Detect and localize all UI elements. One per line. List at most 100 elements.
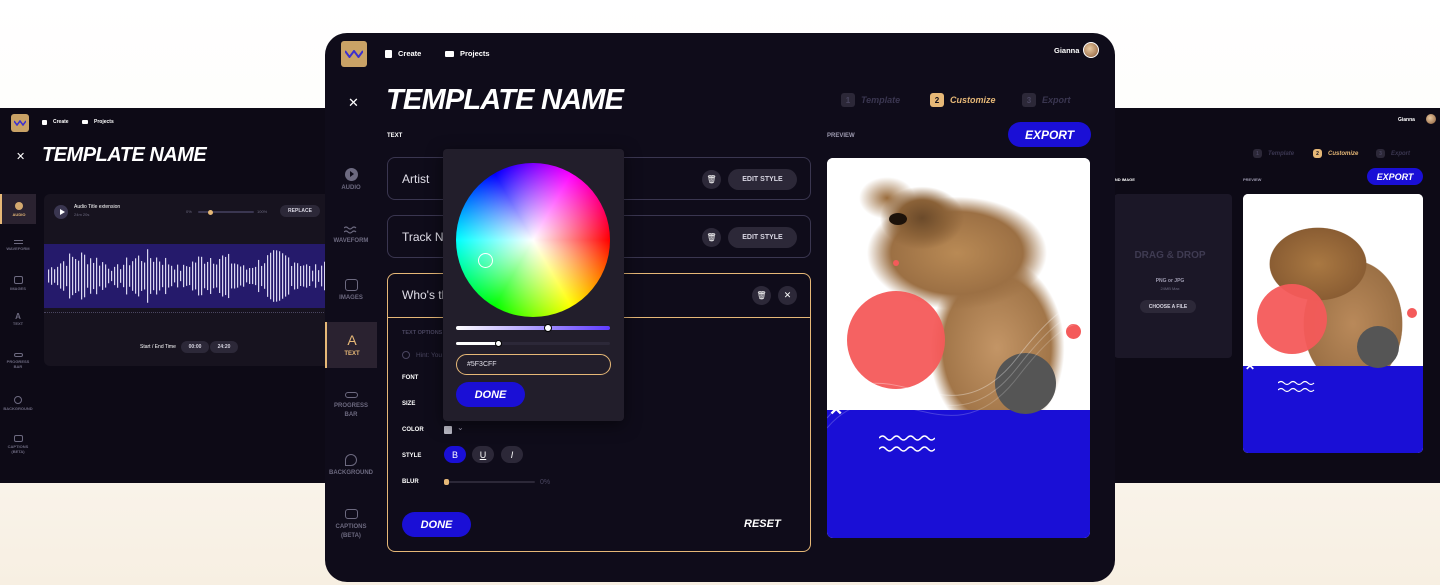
volume-slider[interactable]: [198, 209, 254, 215]
close-icon[interactable]: ✕: [348, 95, 359, 111]
color-swatch[interactable]: [444, 426, 452, 434]
step-template[interactable]: 1 Template: [841, 93, 900, 107]
waveform-bar: [246, 269, 248, 283]
step-template[interactable]: 1 Template: [1253, 149, 1294, 158]
waveform-bar: [210, 258, 212, 294]
opacity-slider[interactable]: [456, 340, 610, 347]
edit-style-button[interactable]: EDIT STYLE: [728, 169, 797, 190]
waveform-bar: [189, 266, 191, 286]
reset-button[interactable]: RESET: [744, 518, 781, 530]
preview-card: ✕: [1243, 194, 1423, 453]
sidebar-item-label: WAVEFORM: [6, 245, 30, 251]
text-field-value[interactable]: Who's th: [402, 288, 448, 302]
waveform-bar: [138, 255, 140, 297]
sidebar-item-audio[interactable]: AUDIO: [0, 194, 36, 224]
sidebar-item-label: IMAGES: [339, 295, 363, 301]
hex-input[interactable]: #5F3CFF: [456, 354, 611, 375]
blur-slider[interactable]: [444, 479, 535, 485]
waveform-region[interactable]: [44, 244, 330, 308]
sidebar-item-label: PROGRESS BAR: [6, 359, 30, 369]
replace-button[interactable]: REPLACE: [280, 205, 320, 217]
color-picker-popover: #5F3CFF DONE: [443, 149, 624, 421]
opacity-fill: [456, 342, 498, 345]
step-customize[interactable]: 2 Customize: [930, 93, 996, 107]
delete-icon[interactable]: 🗑: [702, 170, 721, 189]
export-button[interactable]: EXPORT: [1008, 122, 1091, 147]
waveform-bar: [87, 264, 89, 288]
sidebar-item-text[interactable]: A TEXT: [325, 322, 377, 368]
nav-projects[interactable]: Projects: [445, 49, 490, 58]
waveform-bar: [267, 255, 269, 297]
waveform-bar: [315, 264, 317, 288]
waveform-bar: [225, 256, 227, 296]
delete-icon[interactable]: 🗑: [702, 228, 721, 247]
chevron-down-icon[interactable]: ⌄: [457, 423, 464, 432]
sidebar-item-label: PROGRESS BAR: [334, 403, 369, 418]
nav-create[interactable]: Create: [42, 119, 69, 125]
export-button[interactable]: EXPORT: [1367, 168, 1423, 185]
avatar[interactable]: [1426, 114, 1436, 124]
sidebar-item-captions[interactable]: CAPTIONS (BETA): [0, 428, 36, 460]
user-name: Gianna: [1398, 117, 1415, 123]
sidebar-item-text[interactable]: A TEXT: [0, 306, 36, 332]
upload-dropzone[interactable]: DRAG & DROP PNG or JPG 24MB Max CHOOSE A…: [1114, 194, 1232, 358]
sidebar-item-progress-bar[interactable]: PROGRESS BAR: [325, 381, 377, 431]
waveform-bar: [165, 257, 167, 295]
close-icon[interactable]: ✕: [16, 150, 25, 163]
step-export[interactable]: 3 Export: [1022, 93, 1071, 107]
audio-meta: 24m 20s: [74, 212, 90, 217]
progress-icon: [13, 353, 23, 357]
italic-button[interactable]: I: [501, 446, 523, 463]
start-time-field[interactable]: 00:00: [181, 341, 209, 353]
sidebar-item-images[interactable]: IMAGES: [0, 270, 36, 296]
step-export[interactable]: 3 Export: [1376, 149, 1410, 158]
waveform-bar: [234, 263, 236, 289]
sidebar-item-waveform[interactable]: WAVEFORM: [325, 215, 377, 255]
step-number: 3: [1376, 149, 1385, 158]
done-button[interactable]: DONE: [402, 512, 471, 537]
step-label: Customize: [1328, 150, 1359, 157]
app-logo[interactable]: [341, 41, 367, 67]
hue-slider[interactable]: [456, 324, 610, 332]
waveform-bar: [174, 269, 176, 283]
end-time-field[interactable]: 24:20: [210, 341, 238, 353]
color-wheel[interactable]: [456, 163, 610, 317]
volume-handle[interactable]: [208, 209, 213, 215]
avatar[interactable]: [1083, 42, 1099, 58]
sidebar-item-captions[interactable]: CAPTIONS (BETA): [325, 501, 377, 549]
app-logo[interactable]: [11, 114, 29, 132]
step-customize[interactable]: 2 Customize: [1313, 149, 1358, 158]
sidebar-item-progress-bar[interactable]: PROGRESS BAR: [0, 344, 36, 378]
waveform-bar: [198, 256, 200, 296]
color-wheel-handle[interactable]: [478, 253, 493, 268]
text-options-label: TEXT OPTIONS: [402, 330, 443, 336]
sidebar-item-waveform[interactable]: WAVEFORM: [0, 232, 36, 258]
nav-create[interactable]: Create: [385, 49, 421, 58]
waveform-ruler: [44, 312, 330, 316]
nav-projects[interactable]: Projects: [82, 119, 114, 125]
hue-handle[interactable]: [544, 324, 553, 332]
color-done-button[interactable]: DONE: [456, 382, 525, 407]
text-icon: A: [347, 332, 357, 348]
sidebar-item-background[interactable]: BACKGROUND: [0, 390, 36, 416]
sidebar-item-background[interactable]: BACKGROUND: [325, 445, 377, 485]
sidebar-item-label: IMAGES: [10, 285, 26, 291]
audio-play-button[interactable]: [54, 205, 68, 219]
left-sidebar: AUDIO WAVEFORM IMAGES A TEXT PROGRESS BAR…: [0, 194, 36, 483]
waveform-bar: [252, 267, 254, 285]
bold-button[interactable]: B: [444, 446, 466, 463]
choose-file-button[interactable]: CHOOSE A FILE: [1140, 300, 1196, 313]
blur-handle[interactable]: [444, 479, 449, 485]
waveform-bar: [171, 265, 173, 287]
sidebar-item-audio[interactable]: AUDIO: [325, 159, 377, 199]
underline-button[interactable]: U: [472, 446, 494, 463]
waveform-bar: [90, 258, 92, 294]
waveform-bar: [276, 250, 278, 302]
opacity-handle[interactable]: [494, 340, 502, 347]
close-field-icon[interactable]: ✕: [778, 286, 797, 305]
delete-icon[interactable]: 🗑: [752, 286, 771, 305]
waveform-bar: [144, 262, 146, 290]
edit-style-button[interactable]: EDIT STYLE: [728, 227, 797, 248]
sidebar-item-images[interactable]: IMAGES: [325, 270, 377, 310]
sidebar-item-label: BACKGROUND: [329, 470, 373, 476]
